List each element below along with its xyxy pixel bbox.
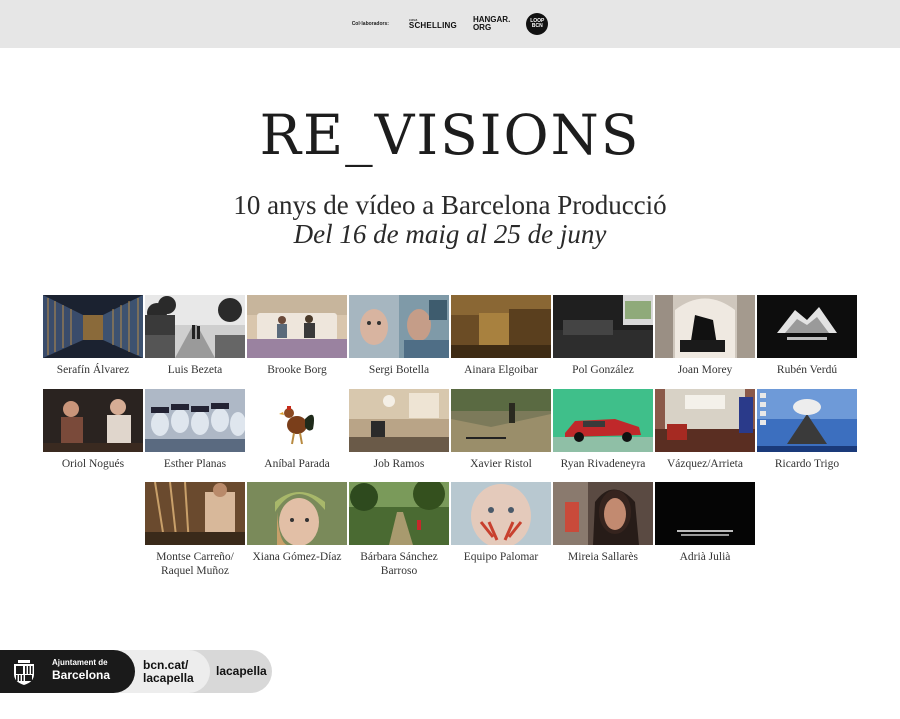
painted-face-still-icon xyxy=(451,482,551,545)
artist-tile: Equipo Palomar xyxy=(451,482,551,578)
artist-name: Montse Carreño/Raquel Muñoz xyxy=(156,551,234,577)
artists-row-2: Oriol Nogués Esther Planas Aníbal Parada… xyxy=(43,389,859,471)
artist-name: Luis Bezeta xyxy=(167,364,223,376)
artist-name: Job Ramos xyxy=(373,458,425,470)
artist-name: Pol González xyxy=(572,364,634,376)
loop-bcn-logo: LOOP BCN xyxy=(526,13,549,35)
artist-tile: Ainara Elgoibar xyxy=(451,295,551,377)
collaborators-bar: Col·laboradors: casa SCHELLING HANGAR. O… xyxy=(0,0,900,48)
exhibition-title: RE_VISIONS xyxy=(259,103,641,167)
artist-tile: Ricardo Trigo xyxy=(757,389,857,471)
artist-tile: Mireia Sallarès xyxy=(553,482,653,578)
casa-schelling-logo: casa SCHELLING xyxy=(408,17,457,31)
lacapella-logo: lacapella xyxy=(216,664,267,678)
dark-room-still-icon xyxy=(553,295,653,358)
artist-tile: Rubén Verdú xyxy=(757,295,857,377)
artist-name: Joan Morey xyxy=(677,364,733,376)
artist-name: Bárbara Sánchez Barroso xyxy=(360,551,438,577)
artists-row-3: Montse Carreño/Raquel Muñoz Xiana Gómez-… xyxy=(145,482,757,578)
forest-path-still-icon xyxy=(349,482,449,545)
street-walk-still-icon xyxy=(145,295,245,358)
artist-name: Aníbal Parada xyxy=(264,458,330,470)
artist-tile: Esther Planas xyxy=(145,389,245,471)
artist-name: Ryan Rivadeneyra xyxy=(560,458,646,470)
red-car-still-icon xyxy=(553,389,653,452)
artist-tile: Oriol Nogués xyxy=(43,389,143,471)
artist-tile: Bárbara Sánchez Barroso xyxy=(349,482,449,578)
artist-name: Brooke Borg xyxy=(267,364,327,376)
artist-name: Sergi Botella xyxy=(368,364,430,376)
artist-tile: Luis Bezeta xyxy=(145,295,245,377)
mountain-text-still-icon xyxy=(757,295,857,358)
artist-name: Ainara Elgoibar xyxy=(464,364,538,376)
institution-logos: Ajuntament de Barcelona bcn.cat/ lacapel… xyxy=(0,650,280,693)
sofa-room-still-icon xyxy=(247,295,347,358)
living-room-still-icon xyxy=(349,389,449,452)
artist-name: Esther Planas xyxy=(163,458,227,470)
artist-tile: Xiana Gómez-Díaz xyxy=(247,482,347,578)
artist-tile: Montse Carreño/Raquel Muñoz xyxy=(145,482,245,578)
artist-tile: Xavier Ristol xyxy=(451,389,551,471)
artist-tile: Vázquez/Arrieta xyxy=(655,389,755,471)
workshop-still-icon xyxy=(145,482,245,545)
artists-row-1: Serafín Álvarez Luis Bezeta Brooke Borg … xyxy=(43,295,859,377)
artist-tile: Serafín Álvarez xyxy=(43,295,143,377)
rooster-still-icon xyxy=(247,389,347,452)
hangar-logo: HANGAR. ORG xyxy=(472,15,511,32)
artist-tile: Job Ramos xyxy=(349,389,449,471)
artist-name: Vázquez/Arrieta xyxy=(667,458,743,470)
brown-interior-still-icon xyxy=(451,295,551,358)
artist-tile: Adrià Julià xyxy=(655,482,755,578)
barcelona-crest-icon xyxy=(14,660,34,685)
artist-name: Mireia Sallarès xyxy=(568,551,638,563)
artist-tile: Brooke Borg xyxy=(247,295,347,377)
artist-name: Serafín Álvarez xyxy=(56,364,130,376)
artist-name: Oriol Nogués xyxy=(61,458,125,470)
church-figure-still-icon xyxy=(655,295,755,358)
exhibition-subtitle: 10 anys de vídeo a Barcelona Producció xyxy=(233,190,667,220)
ajuntament-barcelona-logo: Ajuntament de Barcelona xyxy=(52,658,111,682)
artist-tile: Joan Morey xyxy=(655,295,755,377)
artist-tile: Sergi Botella xyxy=(349,295,449,377)
faces-collage-still-icon xyxy=(349,295,449,358)
artist-name: Ricardo Trigo xyxy=(774,458,840,470)
hillside-still-icon xyxy=(451,389,551,452)
child-portrait-still-icon xyxy=(247,482,347,545)
artist-name: Xavier Ristol xyxy=(470,458,532,470)
artist-tile: Pol González xyxy=(553,295,653,377)
artist-tile: Ryan Rivadeneyra xyxy=(553,389,653,471)
artist-tile: Aníbal Parada xyxy=(247,389,347,471)
collaborators-label: Col·laboradors: xyxy=(351,21,389,27)
corridor-still-icon xyxy=(43,295,143,358)
woman-portrait-still-icon xyxy=(553,482,653,545)
artist-name: Adrià Julià xyxy=(679,551,731,563)
artist-name: Rubén Verdú xyxy=(776,364,838,376)
artist-name: Xiana Gómez-Díaz xyxy=(252,551,342,563)
desktop-volcano-still-icon xyxy=(757,389,857,452)
black-subtitle-still-icon xyxy=(655,482,755,545)
artist-name: Equipo Palomar xyxy=(463,551,539,563)
museum-room-still-icon xyxy=(655,389,755,452)
exhibition-dates: Del 16 de maig al 25 de juny xyxy=(293,219,607,249)
bcn-cat-lacapella-logo: bcn.cat/ lacapella xyxy=(143,658,194,685)
negative-faces-still-icon xyxy=(145,389,245,452)
conversation-still-icon xyxy=(43,389,143,452)
